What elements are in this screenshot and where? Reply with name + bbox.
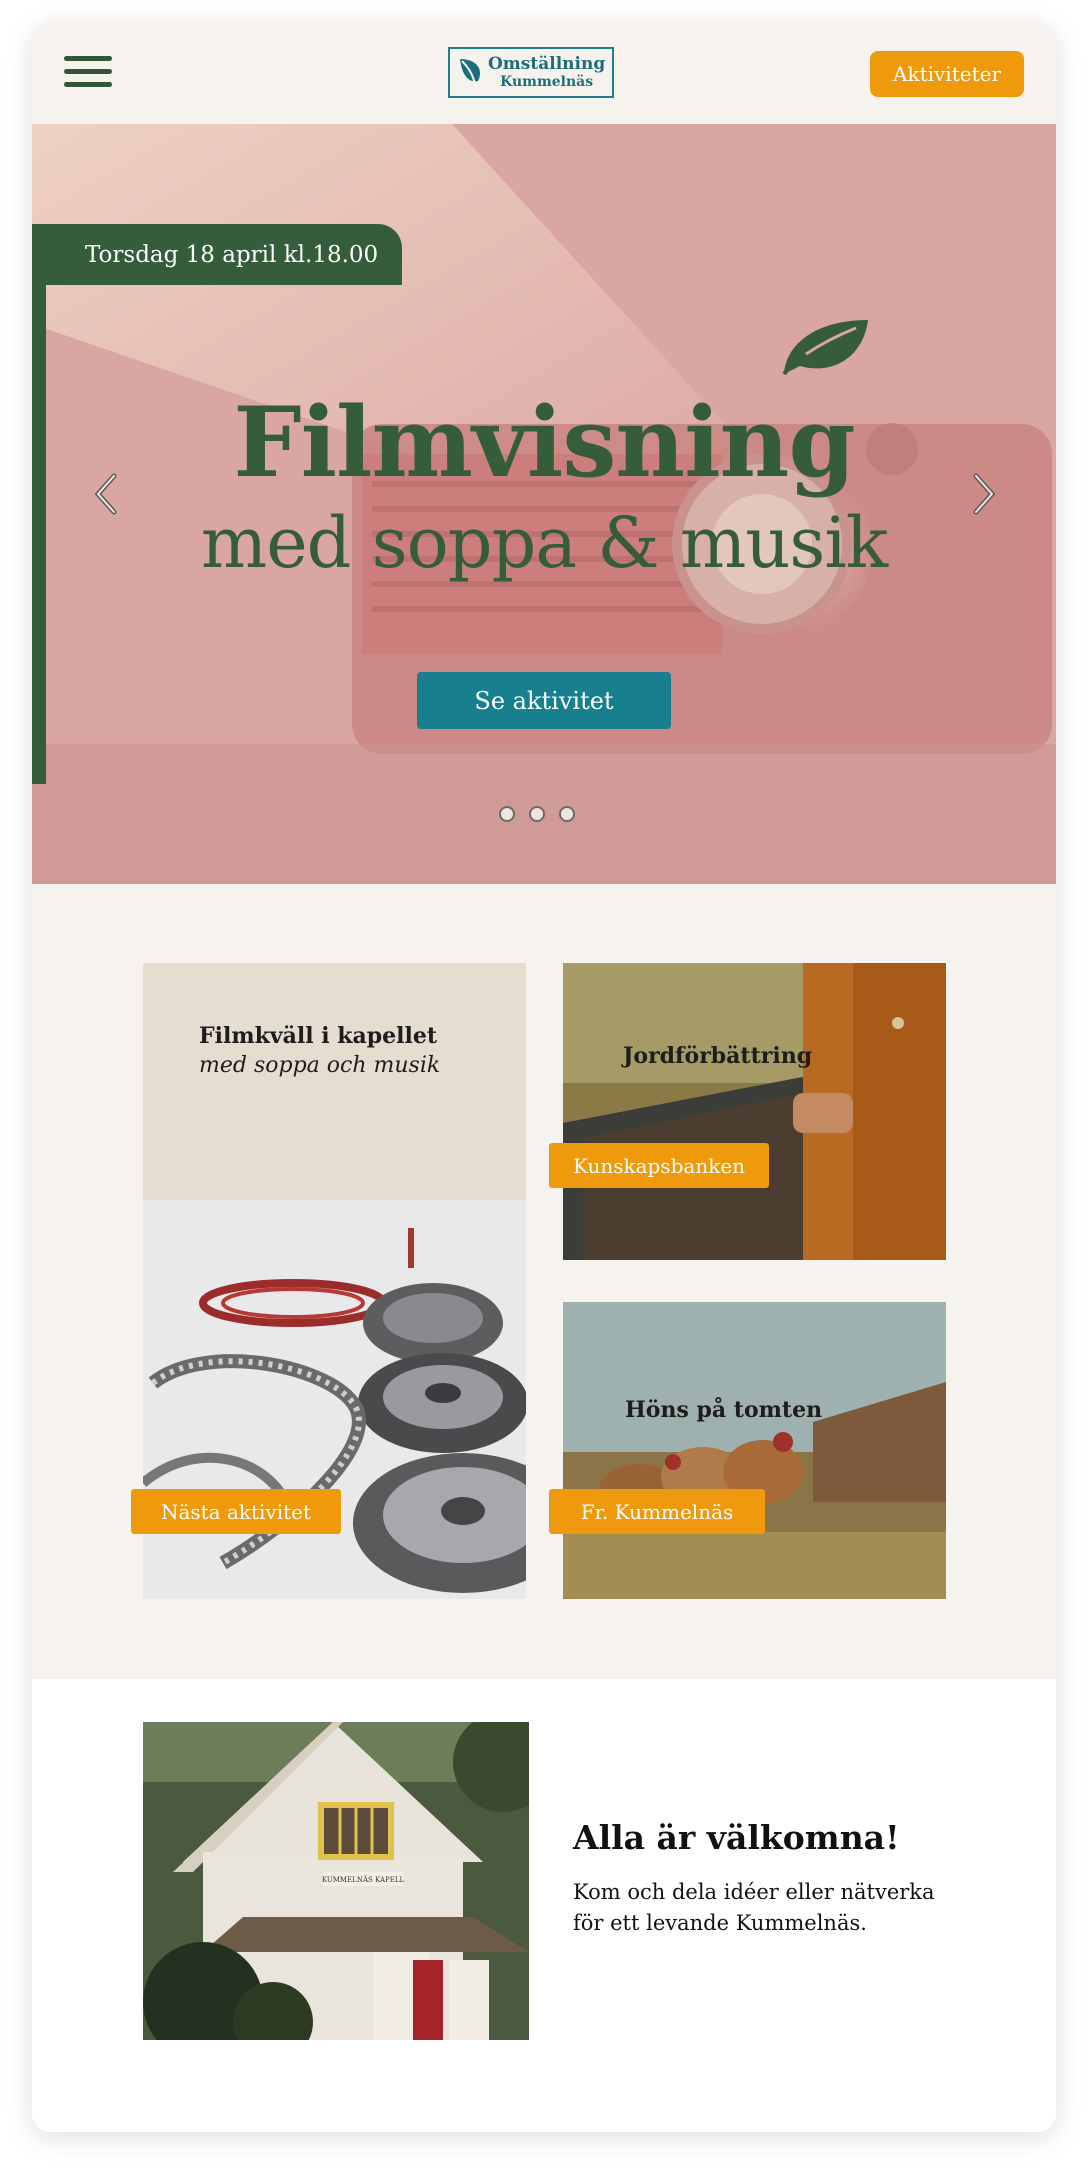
card-soil-improvement[interactable]: Jordförbättring Kunskapsbanken bbox=[549, 963, 946, 1260]
kummelnas-tag[interactable]: Fr. Kummelnäs bbox=[549, 1489, 765, 1534]
chevron-right-icon[interactable] bbox=[964, 468, 1004, 520]
carousel-dot-1[interactable] bbox=[499, 806, 515, 822]
cards-section: Filmkväll i kapellet med soppa och musik… bbox=[32, 884, 1056, 1679]
card-title: Höns på tomten bbox=[625, 1397, 823, 1423]
card-title: Jordförbättring bbox=[623, 1043, 813, 1069]
card-title: Filmkväll i kapellet bbox=[199, 1023, 438, 1049]
chapel-sign-text: KUMMELNÄS KAPELL bbox=[322, 1875, 405, 1884]
activities-button[interactable]: Aktiviteter bbox=[870, 51, 1024, 97]
hero-subtitle: med soppa & musik bbox=[200, 502, 888, 584]
carousel-dot-3[interactable] bbox=[559, 806, 575, 822]
next-activity-tag[interactable]: Nästa aktivitet bbox=[131, 1489, 341, 1534]
carousel-dot-2[interactable] bbox=[529, 806, 545, 822]
logo-text-line1: Omställning bbox=[488, 53, 606, 74]
welcome-text: Kom och dela idéer eller nätverka för et… bbox=[573, 1880, 935, 1935]
event-date-tab: Torsdag 18 april kl.18.00 bbox=[32, 224, 402, 285]
page-frame: Omställning Kummelnäs Aktiviteter Torsda… bbox=[32, 22, 1056, 2132]
chevron-left-icon[interactable] bbox=[86, 468, 126, 520]
card-subtitle: med soppa och musik bbox=[199, 1053, 441, 1078]
knowledge-bank-tag[interactable]: Kunskapsbanken bbox=[549, 1143, 769, 1188]
hamburger-menu-icon[interactable] bbox=[64, 56, 112, 92]
chickens-image bbox=[563, 1302, 946, 1599]
soil-planter-image bbox=[563, 963, 946, 1260]
chapel-image: KUMMELNÄS KAPELL bbox=[143, 1722, 529, 2040]
card-film-evening[interactable]: Filmkväll i kapellet med soppa och musik… bbox=[131, 963, 526, 1599]
leaf-icon bbox=[782, 320, 868, 376]
card-chickens[interactable]: Höns på tomten Fr. Kummelnäs bbox=[549, 1302, 946, 1599]
logo-text-line2: Kummelnäs bbox=[500, 73, 594, 90]
welcome-title: Alla är välkomna! bbox=[573, 1818, 900, 1857]
carousel-dots bbox=[499, 806, 575, 822]
site-logo[interactable]: Omställning Kummelnäs bbox=[448, 47, 614, 98]
hero-carousel: Torsdag 18 april kl.18.00 Filmvisning me… bbox=[32, 124, 1056, 884]
logo-leaf-icon bbox=[460, 58, 480, 89]
see-activity-button[interactable]: Se aktivitet bbox=[417, 672, 671, 729]
site-header: Omställning Kummelnäs Aktiviteter bbox=[32, 22, 1056, 124]
hero-title: Filmvisning bbox=[233, 386, 855, 499]
welcome-section: KUMMELNÄS KAPELL Alla är välkomna! Kom o… bbox=[32, 1679, 1056, 2132]
